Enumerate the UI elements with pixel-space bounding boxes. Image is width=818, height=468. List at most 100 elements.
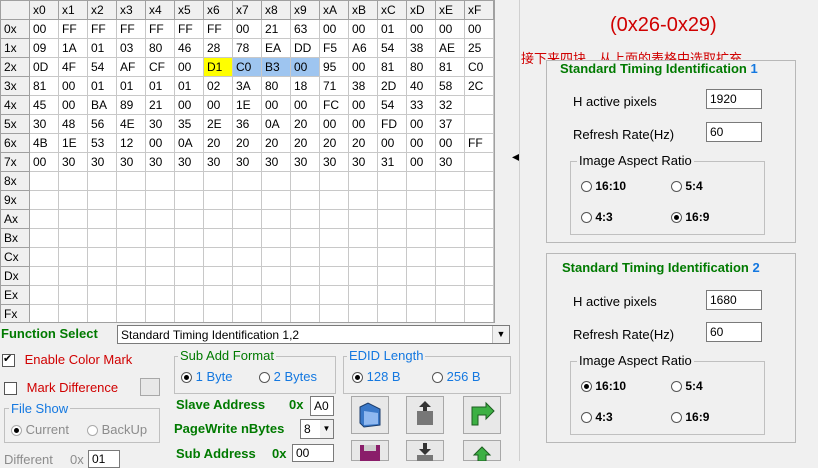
hex-cell[interactable] <box>203 247 233 267</box>
hex-cell[interactable]: 00 <box>29 19 59 39</box>
hex-cell[interactable]: 4F <box>58 57 88 77</box>
hex-cell[interactable] <box>319 171 349 191</box>
hex-cell[interactable] <box>377 266 407 286</box>
hex-cell[interactable]: 00 <box>435 133 465 153</box>
hex-cell[interactable] <box>29 266 59 286</box>
hex-cell[interactable] <box>261 247 291 267</box>
hex-cell[interactable]: 33 <box>406 95 436 115</box>
hex-cell[interactable]: 30 <box>203 152 233 172</box>
hex-cell[interactable] <box>29 304 59 322</box>
hex-cell[interactable]: 48 <box>58 114 88 134</box>
hex-cell[interactable] <box>145 209 175 229</box>
hex-cell[interactable]: 20 <box>290 133 320 153</box>
hex-cell[interactable] <box>174 190 204 210</box>
hex-cell[interactable]: 30 <box>232 152 262 172</box>
h-active-input[interactable] <box>706 89 762 109</box>
hex-cell[interactable] <box>464 304 494 322</box>
hex-cell[interactable] <box>29 190 59 210</box>
hex-cell[interactable] <box>203 304 233 322</box>
hex-cell[interactable]: 37 <box>435 114 465 134</box>
hex-cell[interactable] <box>377 171 407 191</box>
hex-cell[interactable]: 20 <box>319 133 349 153</box>
hex-cell[interactable]: 1E <box>58 133 88 153</box>
hex-cell[interactable]: 12 <box>116 133 146 153</box>
hex-cell[interactable]: 1A <box>58 38 88 58</box>
hex-table[interactable]: x0 x1 x2 x3 x4 x5 x6 x7 x8 x9 xA xB xC xD xE xF 0x 00 FF FF… <box>0 0 494 322</box>
ar2-16-10-radio[interactable]: 16:10 <box>581 379 626 393</box>
hex-cell[interactable]: C0 <box>232 57 262 77</box>
hex-cell[interactable] <box>87 304 117 322</box>
hex-cell[interactable]: 46 <box>174 38 204 58</box>
hex-cell[interactable]: 00 <box>406 114 436 134</box>
hex-cell[interactable]: 18 <box>290 76 320 96</box>
hex-cell[interactable] <box>348 228 378 248</box>
hex-cell[interactable]: CF <box>145 57 175 77</box>
hex-cell[interactable] <box>203 285 233 305</box>
save-button[interactable] <box>351 440 389 461</box>
hex-cell[interactable] <box>290 190 320 210</box>
pagewrite-select[interactable]: 8 ▼ <box>300 419 334 439</box>
hex-cell[interactable] <box>348 247 378 267</box>
hex-cell[interactable]: 00 <box>406 152 436 172</box>
hex-cell[interactable]: 0D <box>29 57 59 77</box>
hex-cell[interactable] <box>377 304 407 322</box>
hex-cell[interactable]: BA <box>87 95 117 115</box>
hex-cell[interactable] <box>435 285 465 305</box>
hex-cell[interactable] <box>87 190 117 210</box>
hex-cell[interactable] <box>406 228 436 248</box>
hex-cell[interactable] <box>203 209 233 229</box>
hex-cell[interactable]: 01 <box>87 76 117 96</box>
hex-cell[interactable]: 01 <box>87 38 117 58</box>
hex-cell[interactable] <box>87 266 117 286</box>
hex-cell[interactable]: 20 <box>203 133 233 153</box>
hex-cell[interactable] <box>464 190 494 210</box>
hex-cell[interactable] <box>290 285 320 305</box>
hex-cell[interactable] <box>290 266 320 286</box>
hex-cell[interactable]: 00 <box>348 57 378 77</box>
hex-cell[interactable]: 20 <box>232 133 262 153</box>
edid-256-radio[interactable]: 256 B <box>432 369 481 384</box>
hex-cell[interactable]: 00 <box>290 95 320 115</box>
hex-cell[interactable]: 02 <box>203 76 233 96</box>
hex-cell[interactable]: 28 <box>203 38 233 58</box>
sub-address-input[interactable] <box>292 444 334 462</box>
hex-cell[interactable] <box>261 209 291 229</box>
hex-cell[interactable]: 63 <box>290 19 320 39</box>
hex-cell[interactable]: 81 <box>435 57 465 77</box>
hex-cell[interactable] <box>464 114 494 134</box>
read-edid-button[interactable] <box>406 396 444 434</box>
hex-cell[interactable] <box>464 171 494 191</box>
hex-cell[interactable]: 30 <box>145 114 175 134</box>
hex-cell[interactable] <box>319 266 349 286</box>
hex-cell[interactable]: 2C <box>464 76 494 96</box>
hex-cell[interactable]: AF <box>116 57 146 77</box>
refresh-rate-input[interactable] <box>706 122 762 142</box>
hex-cell[interactable] <box>116 228 146 248</box>
one-byte-radio[interactable]: 1 Byte <box>181 369 232 384</box>
hex-cell[interactable]: 00 <box>261 95 291 115</box>
hex-cell[interactable] <box>406 209 436 229</box>
hex-cell[interactable] <box>319 247 349 267</box>
hex-cell[interactable] <box>58 190 88 210</box>
hex-cell[interactable]: 00 <box>348 95 378 115</box>
edid-128-radio[interactable]: 128 B <box>352 369 401 384</box>
hex-cell[interactable] <box>116 209 146 229</box>
ar-5-4-radio[interactable]: 5:4 <box>671 179 703 193</box>
hex-cell[interactable]: 30 <box>58 152 88 172</box>
hex-cell[interactable] <box>348 190 378 210</box>
hex-cell[interactable] <box>232 228 262 248</box>
hex-cell[interactable]: FD <box>377 114 407 134</box>
hex-cell[interactable] <box>406 266 436 286</box>
hex-cell[interactable]: 0A <box>261 114 291 134</box>
hex-cell[interactable]: 2E <box>203 114 233 134</box>
hex-cell[interactable]: DD <box>290 38 320 58</box>
hex-cell[interactable]: 78 <box>232 38 262 58</box>
hex-cell[interactable]: 00 <box>174 57 204 77</box>
enable-color-mark-checkbox[interactable]: Enable Color Mark <box>2 352 132 368</box>
hex-cell[interactable] <box>58 209 88 229</box>
hex-cell[interactable]: 32 <box>435 95 465 115</box>
ar-16-10-radio[interactable]: 16:10 <box>581 179 626 193</box>
hex-cell[interactable]: FF <box>464 133 494 153</box>
hex-cell[interactable]: 00 <box>58 95 88 115</box>
hex-cell[interactable]: FC <box>319 95 349 115</box>
